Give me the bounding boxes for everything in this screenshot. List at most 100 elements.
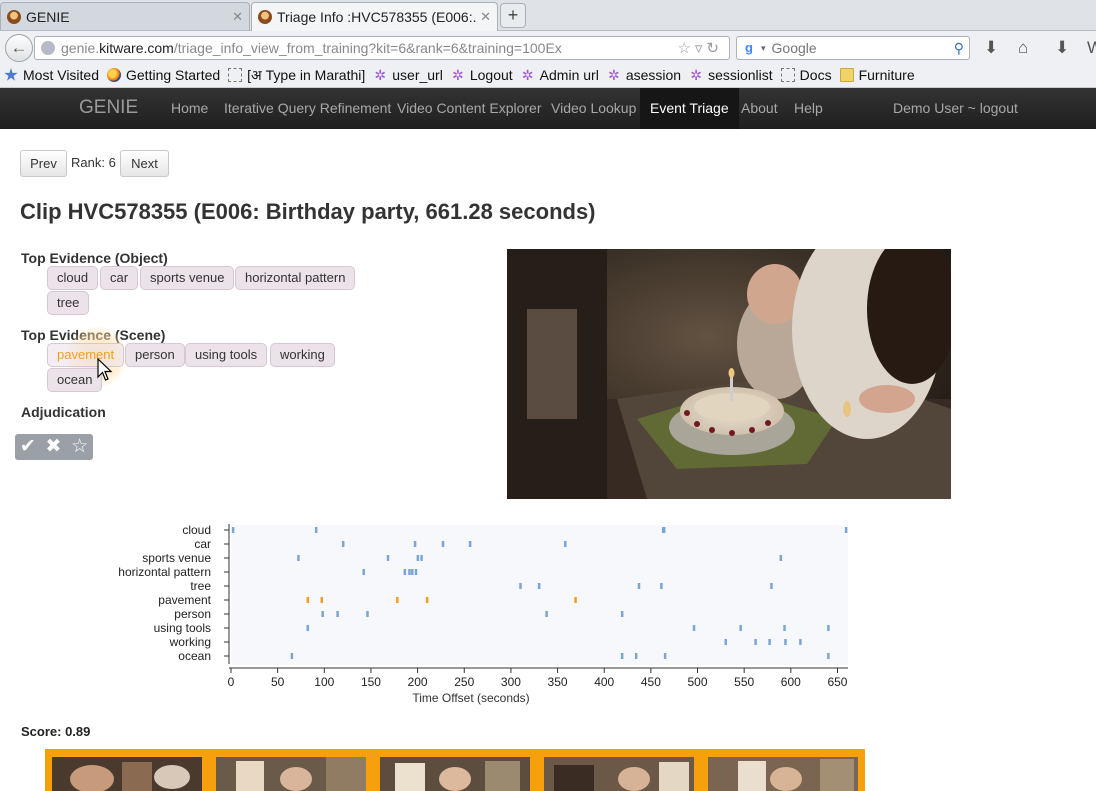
tag-person[interactable]: person bbox=[125, 343, 185, 367]
menu-icon[interactable]: W bbox=[1087, 38, 1096, 58]
chevron-down-icon[interactable]: ▾ bbox=[761, 43, 766, 54]
timeline-mark[interactable] bbox=[739, 625, 742, 631]
browser-tab-triage-info[interactable]: Triage Info :HVC578355 (E006:... ✕ bbox=[251, 2, 498, 31]
tag-tree[interactable]: tree bbox=[47, 291, 90, 315]
timeline-mark[interactable] bbox=[362, 569, 365, 575]
timeline-mark[interactable] bbox=[414, 569, 418, 575]
timeline-mark[interactable] bbox=[341, 541, 345, 547]
timeline-mark[interactable] bbox=[574, 597, 577, 603]
bookmark-sessionlist[interactable]: ✲ sessionlist bbox=[689, 67, 772, 83]
timeline-mark[interactable] bbox=[416, 555, 420, 561]
timeline-mark[interactable] bbox=[366, 611, 369, 617]
timeline-mark[interactable] bbox=[314, 527, 318, 533]
bookmark-getting-started[interactable]: Getting Started bbox=[107, 67, 220, 83]
bookmark-logout[interactable]: ✲ Logout bbox=[451, 67, 513, 83]
tag-sports-venue[interactable]: sports venue bbox=[140, 266, 235, 290]
timeline-mark[interactable] bbox=[754, 639, 757, 645]
timeline-mark[interactable] bbox=[231, 527, 235, 533]
tag-ocean[interactable]: ocean bbox=[47, 368, 103, 392]
x-icon[interactable]: ✖ bbox=[45, 434, 61, 460]
timeline-mark[interactable] bbox=[441, 541, 445, 547]
timeline-mark[interactable] bbox=[386, 555, 390, 561]
bookmark-asession[interactable]: ✲ asession bbox=[607, 67, 681, 83]
bookmark-most-visited[interactable]: Most Visited bbox=[4, 67, 99, 83]
url-bar[interactable]: genie.kitware.com/triage_info_view_from_… bbox=[34, 36, 730, 60]
timeline-mark[interactable] bbox=[827, 653, 830, 659]
timeline-mark[interactable] bbox=[662, 527, 666, 533]
timeline-mark[interactable] bbox=[408, 569, 411, 575]
timeline-mark[interactable] bbox=[637, 583, 641, 589]
timeline-mark[interactable] bbox=[620, 653, 624, 659]
nav-home[interactable]: Home bbox=[161, 88, 218, 129]
timeline-mark[interactable] bbox=[306, 597, 310, 603]
keyframe-thumbnail[interactable] bbox=[216, 757, 366, 791]
timeline-mark[interactable] bbox=[290, 653, 294, 659]
browser-tab-genie[interactable]: GENIE ✕ bbox=[0, 2, 250, 30]
tag-car[interactable]: car bbox=[100, 266, 139, 290]
timeline-mark[interactable] bbox=[724, 639, 728, 645]
video-player[interactable] bbox=[507, 249, 951, 499]
timeline-mark[interactable] bbox=[827, 625, 830, 631]
timeline-mark[interactable] bbox=[336, 611, 339, 617]
dropdown-arrow-icon[interactable]: ▿ bbox=[695, 40, 707, 57]
tag-using-tools[interactable]: using tools bbox=[185, 343, 268, 367]
timeline-mark[interactable] bbox=[620, 611, 624, 617]
timeline-mark[interactable] bbox=[779, 555, 783, 561]
back-arrow-icon[interactable]: ← bbox=[5, 34, 33, 62]
timeline-mark[interactable] bbox=[468, 541, 472, 547]
nav-video-content-explorer[interactable]: Video Content Explorer bbox=[387, 88, 552, 129]
new-tab-button[interactable]: + bbox=[500, 3, 526, 28]
download-icon[interactable]: ⬇ bbox=[984, 38, 998, 58]
timeline-mark[interactable] bbox=[396, 597, 399, 603]
timeline-mark[interactable] bbox=[692, 625, 696, 631]
timeline-mark[interactable] bbox=[519, 583, 522, 589]
tag-horizontal-pattern[interactable]: horizontal pattern bbox=[235, 266, 356, 290]
prev-button[interactable]: Prev bbox=[20, 150, 67, 177]
bookmark-user-url[interactable]: ✲ user_url bbox=[373, 67, 442, 83]
site-identity-icon[interactable] bbox=[41, 41, 55, 55]
keyframe-thumbnail[interactable] bbox=[52, 757, 202, 791]
nav-about[interactable]: About bbox=[731, 88, 788, 129]
timeline-mark[interactable] bbox=[799, 639, 802, 645]
timeline-mark[interactable] bbox=[537, 583, 541, 589]
brand-logo[interactable]: GENIE bbox=[79, 88, 138, 129]
timeline-mark[interactable] bbox=[783, 625, 786, 631]
timeline-mark[interactable] bbox=[403, 569, 407, 575]
search-icon[interactable]: ⚲ bbox=[954, 40, 964, 57]
nav-event-triage[interactable]: Event Triage bbox=[640, 88, 739, 129]
timeline-mark[interactable] bbox=[768, 639, 771, 645]
tag-working[interactable]: working bbox=[270, 343, 335, 367]
timeline-mark[interactable] bbox=[321, 611, 324, 617]
nav-iterative-query-refinement[interactable]: Iterative Query Refinement bbox=[214, 88, 401, 129]
timeline-mark[interactable] bbox=[660, 583, 663, 589]
keyframe-thumbnail[interactable] bbox=[708, 757, 858, 791]
keyframe-thumbnail[interactable] bbox=[380, 757, 530, 791]
timeline-mark[interactable] bbox=[411, 569, 414, 575]
keyframe-thumbnail[interactable] bbox=[544, 757, 694, 791]
check-icon[interactable]: ✔ bbox=[20, 434, 36, 460]
home-icon[interactable]: ⌂ bbox=[1018, 38, 1028, 58]
star-icon[interactable]: ☆ bbox=[71, 434, 88, 460]
timeline-mark[interactable] bbox=[784, 639, 787, 645]
nav-help[interactable]: Help bbox=[784, 88, 833, 129]
timeline-mark[interactable] bbox=[320, 597, 324, 603]
search-bar[interactable]: g ▾ Google ⚲ bbox=[736, 36, 970, 60]
bookmark-furniture[interactable]: Furniture bbox=[839, 67, 915, 83]
bookmark-type-in-marathi[interactable]: [अ Type in Marathi] bbox=[228, 66, 365, 85]
timeline-mark[interactable] bbox=[413, 541, 417, 547]
timeline-mark[interactable] bbox=[545, 611, 548, 617]
reload-icon[interactable]: ↻ bbox=[706, 40, 723, 57]
timeline-mark[interactable] bbox=[663, 653, 667, 659]
nav-video-lookup[interactable]: Video Lookup bbox=[541, 88, 646, 129]
user-logout-link[interactable]: Demo User ~ logout bbox=[883, 88, 1028, 129]
timeline-mark[interactable] bbox=[306, 625, 310, 631]
timeline-mark[interactable] bbox=[634, 653, 638, 659]
bookmark-admin-url[interactable]: ✲ Admin url bbox=[521, 67, 599, 83]
google-logo-icon[interactable]: g bbox=[741, 40, 757, 56]
close-tab-icon[interactable]: ✕ bbox=[480, 9, 491, 25]
timeline-mark[interactable] bbox=[425, 597, 429, 603]
timeline-mark[interactable] bbox=[770, 583, 773, 589]
bookmark-docs[interactable]: Docs bbox=[780, 67, 832, 83]
tag-cloud[interactable]: cloud bbox=[47, 266, 99, 290]
timeline-mark[interactable] bbox=[420, 555, 423, 561]
